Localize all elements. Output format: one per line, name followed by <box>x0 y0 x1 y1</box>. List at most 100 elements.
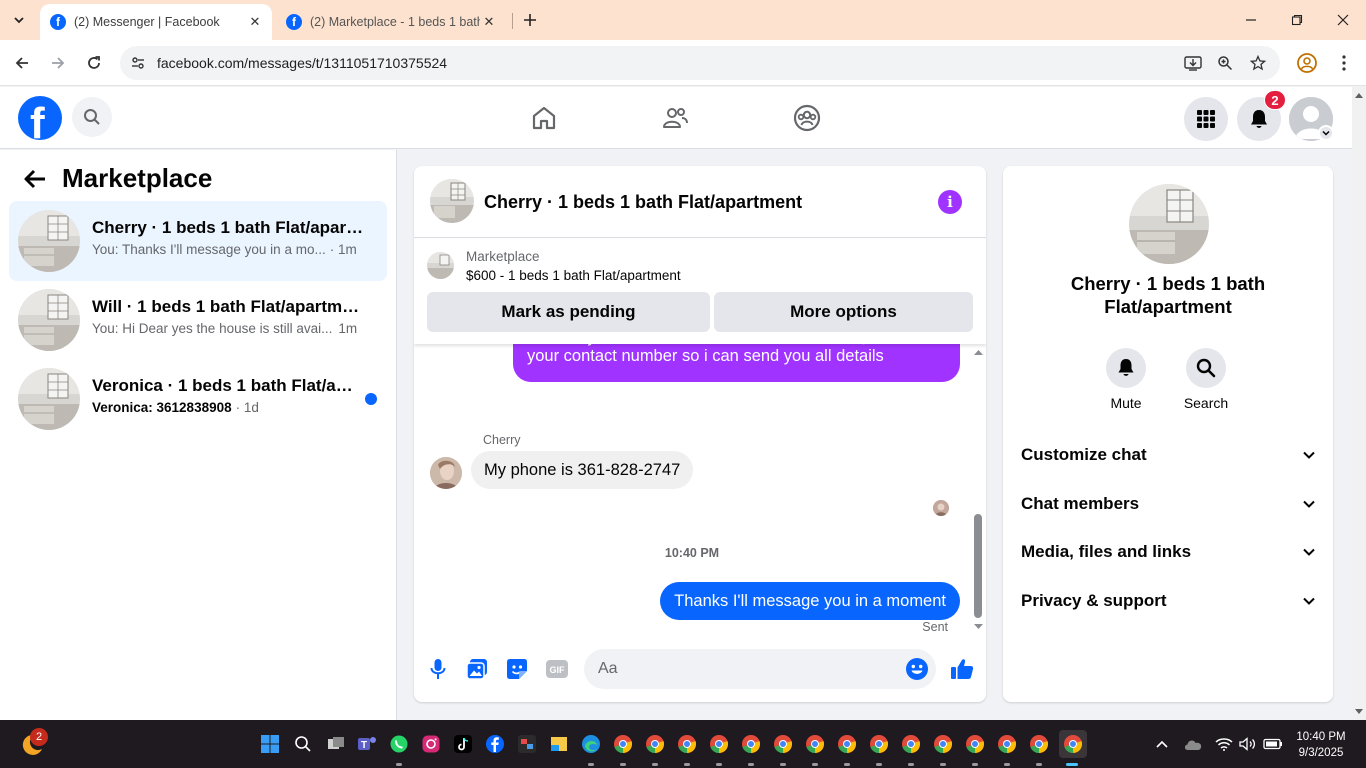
browser-profile-icon[interactable] <box>1296 52 1318 74</box>
home-icon <box>532 106 556 130</box>
listing-thumbnail[interactable] <box>427 252 454 279</box>
address-bar[interactable]: facebook.com/messages/t/1311051710375524 <box>120 46 1280 80</box>
whatsapp-app-icon[interactable] <box>387 732 411 756</box>
conversation-item-veronica[interactable]: Veronica · 1 beds 1 bath Flat/apar... Ve… <box>9 359 387 439</box>
section-customize-chat[interactable]: Customize chat <box>1021 440 1323 470</box>
new-tab-button[interactable] <box>518 8 542 32</box>
message-scrollbar[interactable] <box>971 344 986 636</box>
file-explorer-icon[interactable] <box>547 732 571 756</box>
chrome-browser-icon[interactable] <box>931 732 955 756</box>
chrome-browser-icon[interactable] <box>707 732 731 756</box>
close-tab-icon[interactable]: ✕ <box>246 13 264 31</box>
chrome-browser-icon[interactable] <box>867 732 891 756</box>
tab-marketplace[interactable]: f (2) Marketplace - 1 beds 1 bath ✕ <box>276 4 506 40</box>
section-label: Media, files and links <box>1021 542 1192 561</box>
mute-button[interactable] <box>1106 348 1146 388</box>
voice-clip-button[interactable] <box>425 656 451 682</box>
teams-app-icon[interactable]: T <box>355 732 379 756</box>
chrome-browser-active-icon[interactable] <box>1059 730 1087 758</box>
battery-icon[interactable] <box>1261 732 1285 756</box>
back-arrow-button[interactable] <box>20 164 50 194</box>
tab-search-button[interactable] <box>6 8 32 32</box>
listing-label: Marketplace <box>466 249 540 264</box>
running-indicator <box>780 763 786 766</box>
chrome-browser-icon[interactable] <box>995 732 1019 756</box>
chat-listing-avatar[interactable] <box>430 179 474 223</box>
browser-tab-strip: f (2) Messenger | Facebook ✕ f (2) Marke… <box>0 0 1366 40</box>
chat-title[interactable]: Cherry · 1 beds 1 bath Flat/apartment <box>484 192 802 213</box>
chrome-browser-icon[interactable] <box>771 732 795 756</box>
maximize-button[interactable] <box>1274 0 1320 40</box>
chrome-browser-icon[interactable] <box>739 732 763 756</box>
facebook-logo-icon[interactable]: f <box>18 96 62 140</box>
show-hidden-icons-button[interactable] <box>1150 732 1174 756</box>
outgoing-message-bubble[interactable]: Thanks I'll message you in a moment <box>660 582 960 620</box>
chrome-browser-icon[interactable] <box>675 732 699 756</box>
listing-price-title[interactable]: $600 - 1 beds 1 bath Flat/apartment <box>466 268 681 283</box>
start-button[interactable] <box>258 732 282 756</box>
nav-home-button[interactable] <box>524 99 564 137</box>
chrome-browser-icon[interactable] <box>643 732 667 756</box>
install-app-icon[interactable] <box>1182 53 1204 73</box>
close-tab-icon[interactable]: ✕ <box>480 13 498 31</box>
chrome-browser-icon[interactable] <box>1027 732 1051 756</box>
back-button[interactable] <box>8 49 36 77</box>
minimize-button[interactable] <box>1228 0 1274 40</box>
taskbar-search-button[interactable] <box>291 732 315 756</box>
facebook-app-icon[interactable] <box>483 732 507 756</box>
conversation-item-cherry[interactable]: Cherry · 1 beds 1 bath Flat/apartm... Yo… <box>9 201 387 281</box>
thumbs-up-icon <box>951 659 974 679</box>
running-indicator <box>396 763 402 766</box>
browser-menu-icon[interactable] <box>1334 52 1354 74</box>
reload-button[interactable] <box>80 49 108 77</box>
conversation-info-icon[interactable]: i <box>938 190 962 214</box>
tiktok-app-icon[interactable] <box>451 732 475 756</box>
zoom-icon[interactable] <box>1214 53 1236 73</box>
send-like-button[interactable] <box>949 656 975 682</box>
site-settings-icon[interactable] <box>128 53 148 73</box>
attach-media-button[interactable] <box>464 656 490 682</box>
close-window-button[interactable] <box>1320 0 1366 40</box>
search-in-conversation-button[interactable] <box>1186 348 1226 388</box>
forward-button[interactable] <box>44 49 72 77</box>
mute-action[interactable]: Mute <box>1091 348 1161 411</box>
nav-groups-button[interactable] <box>787 99 827 137</box>
section-media-files-links[interactable]: Media, files and links <box>1021 537 1323 567</box>
menu-apps-button[interactable] <box>1184 97 1228 141</box>
edge-browser-icon[interactable] <box>579 732 603 756</box>
capcut-app-icon[interactable] <box>515 732 539 756</box>
wifi-icon[interactable] <box>1212 732 1236 756</box>
conversation-item-will[interactable]: Will · 1 beds 1 bath Flat/apartment You:… <box>9 280 387 360</box>
sticker-button[interactable] <box>504 656 530 682</box>
page-scrollbar[interactable] <box>1352 87 1366 720</box>
message-input[interactable]: Aa <box>584 649 936 689</box>
chrome-browser-icon[interactable] <box>963 732 987 756</box>
volume-icon[interactable] <box>1236 732 1260 756</box>
section-privacy-support[interactable]: Privacy & support <box>1021 586 1323 616</box>
section-label: Chat members <box>1021 494 1140 513</box>
instagram-app-icon[interactable] <box>419 732 443 756</box>
chrome-browser-icon[interactable] <box>611 732 635 756</box>
chrome-browser-icon[interactable] <box>803 732 827 756</box>
tab-messenger[interactable]: f (2) Messenger | Facebook ✕ <box>40 4 272 40</box>
emoji-button[interactable] <box>905 657 929 681</box>
bookmark-star-icon[interactable] <box>1247 53 1269 73</box>
facebook-search-button[interactable] <box>72 97 112 137</box>
more-options-button[interactable]: More options <box>714 292 973 332</box>
gif-button[interactable]: GIF <box>544 656 570 682</box>
account-chevron-down-icon[interactable] <box>1318 125 1334 141</box>
nav-friends-button[interactable] <box>655 99 695 137</box>
scrollbar-thumb[interactable] <box>974 514 982 618</box>
mark-as-pending-button[interactable]: Mark as pending <box>427 292 710 332</box>
search-action[interactable]: Search <box>1171 348 1241 411</box>
task-view-button[interactable] <box>324 732 348 756</box>
onedrive-icon[interactable] <box>1181 732 1205 756</box>
arrow-left-icon <box>15 57 28 69</box>
system-clock[interactable]: 10:40 PM 9/3/2025 <box>1290 729 1352 761</box>
incoming-message-bubble[interactable]: My phone is 361-828-2747 <box>471 451 694 489</box>
sender-avatar[interactable] <box>430 457 462 489</box>
chrome-browser-icon[interactable] <box>835 732 859 756</box>
section-chat-members[interactable]: Chat members <box>1021 489 1323 519</box>
listing-avatar[interactable] <box>1129 184 1209 264</box>
chrome-browser-icon[interactable] <box>899 732 923 756</box>
